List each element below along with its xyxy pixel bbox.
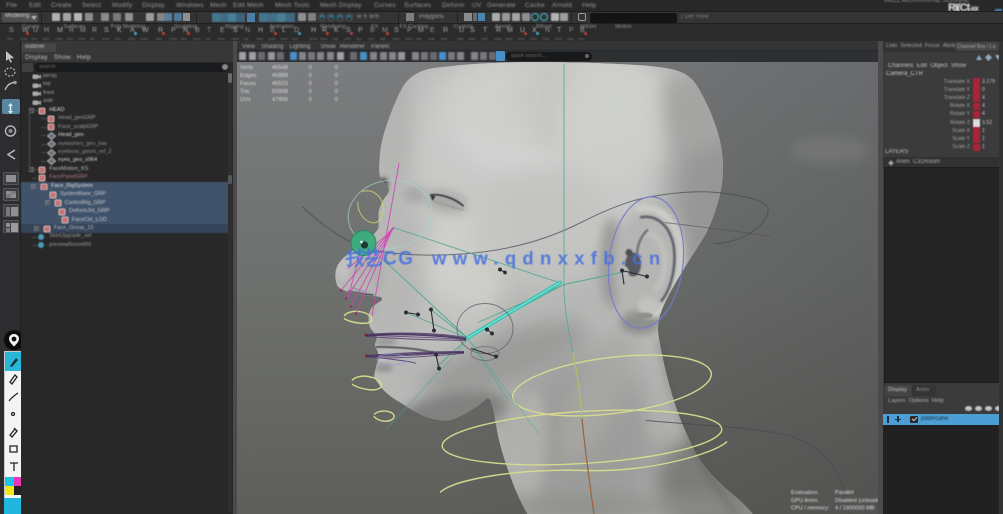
svg-text:0: 0 — [335, 97, 338, 103]
svg-text:UVs: UVs — [240, 97, 251, 103]
svg-text:0: 0 — [335, 65, 338, 71]
svg-text:0: 0 — [309, 65, 312, 71]
svg-text:CG: CG — [383, 248, 415, 269]
svg-text:0: 0 — [309, 81, 312, 87]
svg-text:Tris: Tris — [240, 89, 250, 95]
svg-text:46523: 46523 — [272, 81, 288, 87]
svg-text:46548: 46548 — [272, 65, 288, 71]
svg-text:0: 0 — [335, 73, 338, 79]
svg-text:Disabled (unloaded): Disabled (unloaded) — [835, 497, 878, 503]
svg-text:45888: 45888 — [272, 73, 288, 79]
svg-text:4 / 1900000 MB: 4 / 1900000 MB — [835, 505, 875, 511]
svg-text:0: 0 — [309, 73, 312, 79]
svg-text:47906: 47906 — [272, 97, 288, 103]
svg-text:0: 0 — [335, 89, 338, 95]
svg-text:0: 0 — [309, 97, 312, 103]
svg-text:Edges: Edges — [240, 73, 257, 79]
svg-text:Parallel: Parallel — [835, 490, 854, 496]
svg-text:0: 0 — [335, 81, 338, 87]
svg-text:92898: 92898 — [272, 89, 288, 95]
svg-text:CPU / memory:: CPU / memory: — [791, 505, 830, 511]
svg-text:GPU Anim:: GPU Anim: — [791, 497, 819, 503]
svg-text:Evaluation:: Evaluation: — [791, 490, 819, 496]
svg-text:www.qdnxxfb.cn: www.qdnxxfb.cn — [431, 247, 667, 268]
svg-text:0: 0 — [309, 89, 312, 95]
svg-text:Verts: Verts — [240, 65, 253, 71]
svg-text:Faces: Faces — [240, 81, 256, 87]
